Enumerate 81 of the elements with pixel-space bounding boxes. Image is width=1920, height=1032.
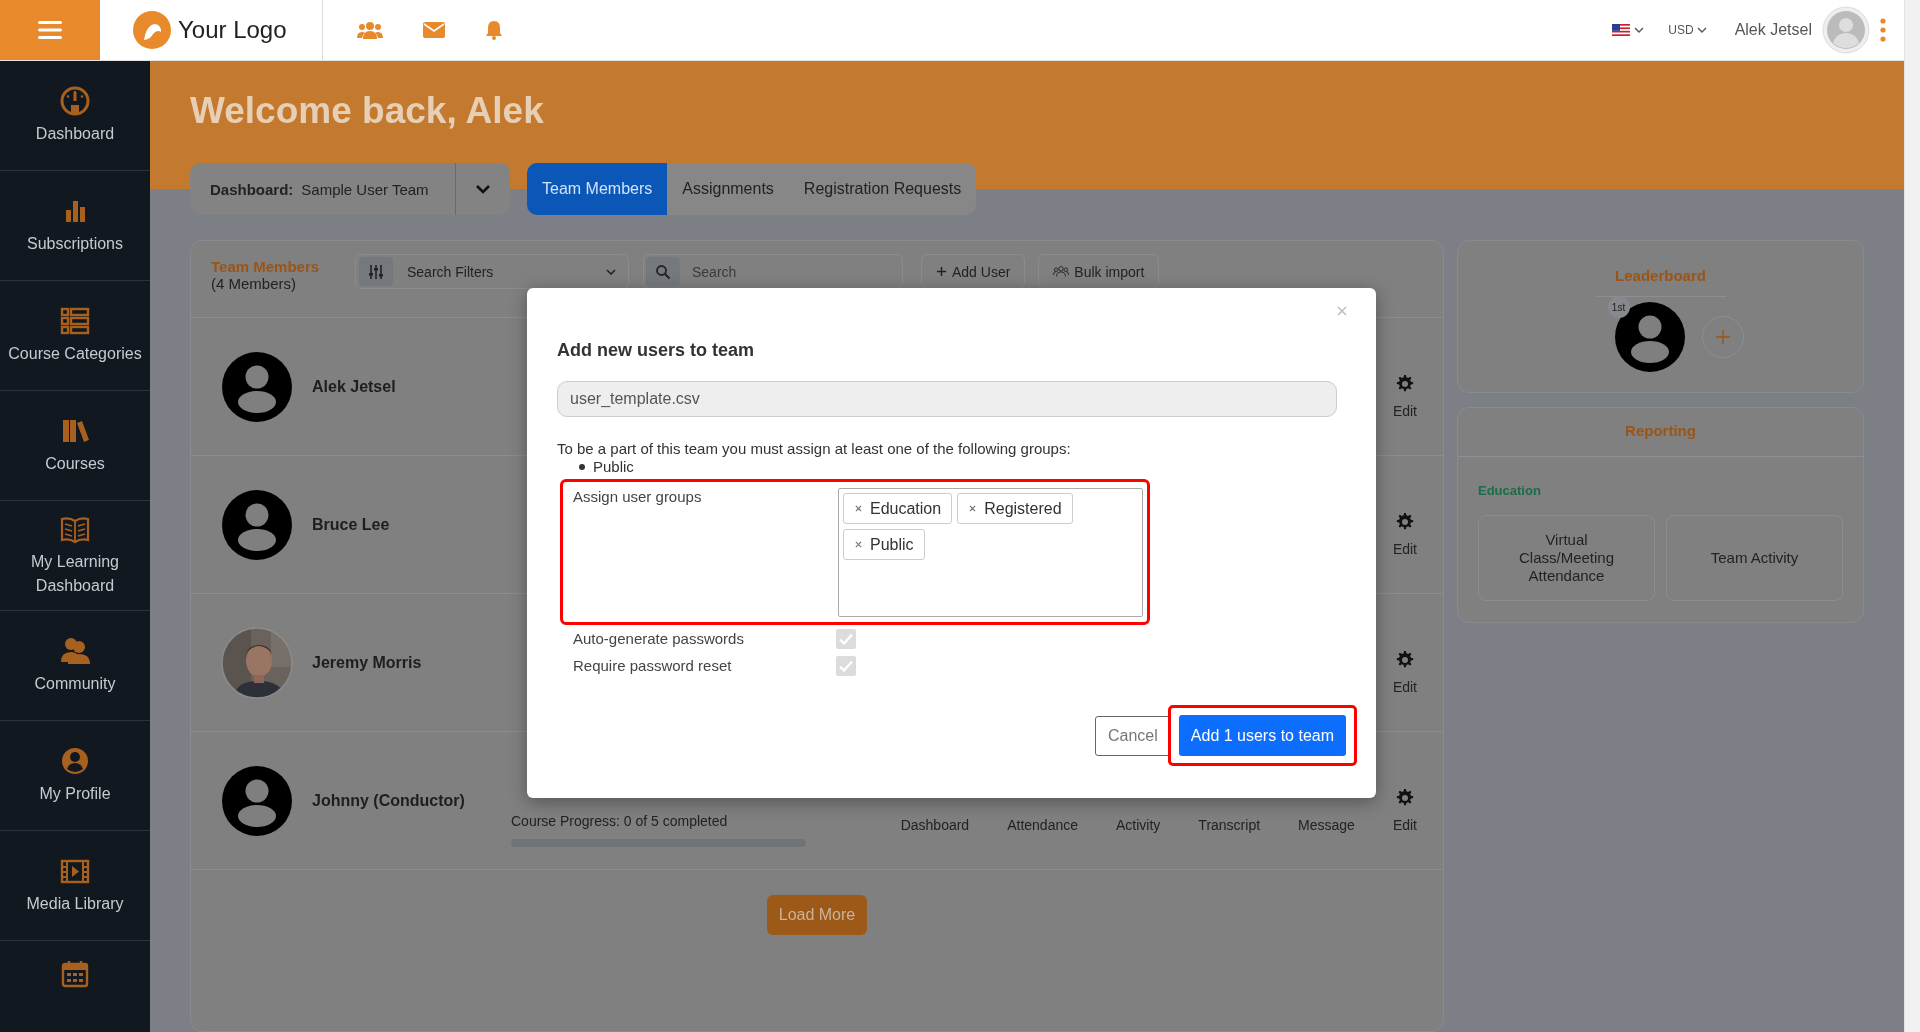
menu-button[interactable] [0,0,100,60]
kebab-menu-icon[interactable] [1880,18,1886,42]
member-count: (4 Members) [211,275,297,292]
caret-icon [606,268,616,275]
action-link[interactable]: Activity [1116,817,1161,833]
logo-text: Your Logo [178,16,287,44]
card-title: Reporting [1625,422,1696,441]
people-icon [1053,266,1070,277]
menu-icon [38,21,62,39]
group-tag[interactable]: Education [843,493,953,524]
action-link[interactable]: Dashboard [900,817,970,833]
list-icon [60,305,90,336]
cancel-button[interactable]: Cancel [1095,715,1171,756]
welcome-title: Welcome back, Alek [190,89,545,133]
tab[interactable]: Team Members [527,163,668,215]
action-link[interactable]: Attendance [1007,817,1078,833]
chevron-down-icon [475,184,491,194]
flag-icon[interactable] [1612,24,1631,36]
avatar-icon[interactable] [1822,6,1870,54]
tab[interactable]: Registration Requests [788,163,977,215]
gauge-icon [60,85,90,116]
search-icon [655,263,671,280]
groups-field[interactable]: Education Registered Public [838,488,1143,617]
gear-icon[interactable] [1394,650,1415,670]
avatar-icon [1613,301,1686,373]
edit-link[interactable]: Edit [1392,403,1417,419]
gear-icon[interactable] [1394,374,1415,394]
action-link[interactable]: Transcript [1198,817,1261,833]
bulk-import-button[interactable]: Bulk import [1038,254,1160,289]
dialog-title: Add new users to team [557,340,756,361]
caret-icon [1696,27,1707,33]
remove-icon[interactable] [969,505,977,512]
rank-badge: 1st [1607,296,1630,318]
member-name: Jeremy Morris [312,653,423,672]
panel-title: Team Members [211,258,321,275]
field-label: Assign user groups [573,488,703,507]
group-item: Public [593,458,634,475]
edit-link[interactable]: Edit [1392,541,1417,557]
bullet-icon [579,463,585,470]
member-name: Alek Jetsel [312,377,397,396]
remove-icon[interactable] [855,541,862,548]
file-field[interactable]: user_template.csv [557,381,1337,417]
group-label: Education [1478,483,1542,498]
report-button[interactable]: Virtual Class/Meeting Attendance [1478,515,1655,601]
plus-icon [1714,329,1731,345]
people-icon[interactable] [357,21,383,39]
group-tag[interactable]: Registered [957,493,1073,524]
remove-icon[interactable] [855,505,862,512]
plus-icon [936,266,947,277]
dashboard-selector[interactable]: Dashboard: Sample User Team [190,163,510,215]
close-button[interactable] [1335,304,1349,318]
action-link[interactable]: Message [1298,817,1355,833]
user-circle-icon [60,745,90,776]
member-name: Bruce Lee [312,515,391,534]
submit-button[interactable]: Add 1 users to team [1178,715,1346,756]
add-user-button[interactable]: Add User [921,254,1026,289]
instruction-text: To be a part of this team you must assign at least one of the following groups: [557,440,1072,458]
edit-link[interactable]: Edit [1392,679,1417,695]
sliders-icon [368,263,384,280]
edit-link[interactable]: Edit [1392,817,1417,833]
users-icon [60,635,90,666]
report-button[interactable]: Team Activity [1666,515,1843,601]
progress-text: Course Progress: 0 of 5 completed [511,813,729,829]
load-more-button[interactable]: Load More [766,895,868,935]
option-label: Auto-generate passwords [573,630,745,647]
gear-icon[interactable] [1394,788,1415,808]
gear-icon[interactable] [1394,512,1415,532]
member-name: Johnny (Conductor) [312,791,466,810]
close-icon [1337,306,1347,316]
tab[interactable]: Assignments [667,163,789,215]
bell-icon[interactable] [485,20,503,40]
user-name: Alek Jetsel [1734,21,1812,39]
card-title: Leaderboard [1615,267,1706,284]
caret-icon [1634,27,1645,33]
group-tag[interactable]: Public [843,529,925,560]
calendar-icon [60,959,90,989]
logo-icon [132,10,172,50]
envelope-icon[interactable] [423,22,445,38]
currency-selector[interactable]: USD [1668,23,1707,37]
option-label: Require password reset [573,657,733,674]
search-filters-dropdown[interactable]: Search Filters [355,254,629,289]
